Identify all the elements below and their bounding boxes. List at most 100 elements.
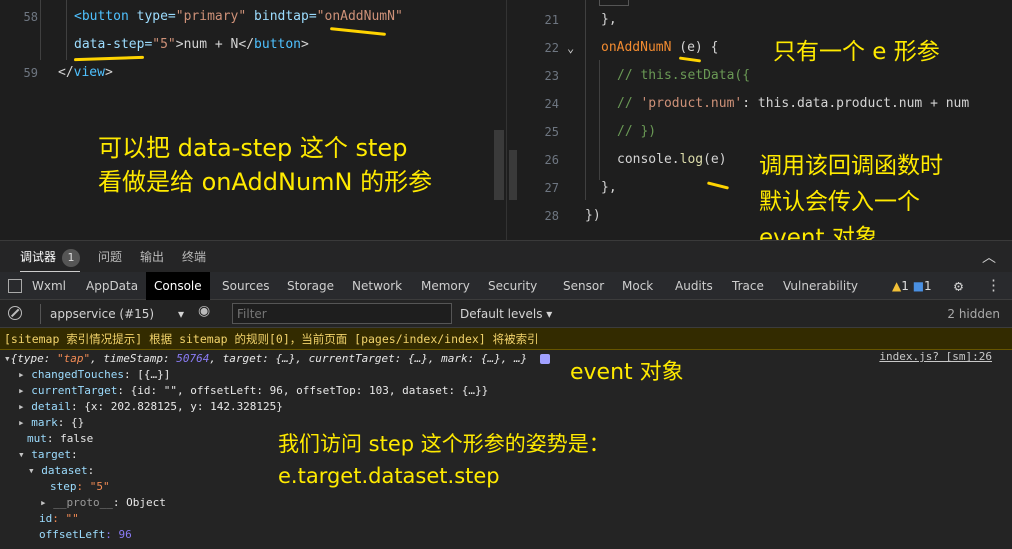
prop-key: dataset [41, 464, 88, 477]
code-line[interactable]: 25 // }) [507, 118, 1012, 146]
tree-row[interactable]: ▸ mark: {} [18, 415, 84, 431]
prop-value: : "5" [76, 480, 110, 493]
prop-value: : [{…}] [123, 368, 171, 381]
tab-sensor[interactable]: Sensor [555, 272, 612, 300]
tab-vulnerability[interactable]: Vulnerability [775, 272, 866, 300]
context-label: appservice (#15) [50, 307, 155, 321]
tab-appdata[interactable]: AppData [78, 272, 146, 300]
code-token: }, [601, 12, 617, 27]
tab-problems[interactable]: 问题 [98, 241, 122, 273]
tab-network[interactable]: Network [344, 272, 410, 300]
prop-key: __proto__ [53, 496, 113, 509]
inspect-element-icon[interactable] [8, 279, 22, 293]
code-editor-right[interactable]: 21 }, 22 ⌄ onAddNumN (e) { 23 // this.se… [507, 0, 1012, 240]
info-icon [539, 354, 550, 364]
tree-row[interactable]: ▾ dataset: [28, 463, 94, 479]
chevron-down-icon: ▾ [177, 307, 184, 321]
code-line[interactable]: 24 // 'product.num': this.data.product.n… [507, 90, 1012, 118]
eye-icon[interactable]: ◉ [198, 303, 210, 319]
code-token: "5" [152, 37, 176, 52]
line-number: 26 [544, 153, 559, 167]
console-warning-message: [sitemap 索引情况提示] 根据 sitemap 的规则[0]，当前页面 … [0, 328, 1012, 350]
tab-storage[interactable]: Storage [279, 272, 342, 300]
tree-row[interactable]: ▸ changedTouches: [{…}] [18, 367, 170, 383]
tab-trace[interactable]: Trace [724, 272, 772, 300]
code-line[interactable]: 59 </view> [0, 59, 506, 87]
panel-tab-bar: 调试器 1 问题 输出 终端 ︿ [0, 240, 1012, 273]
chevron-up-icon[interactable]: ︿ [982, 247, 996, 267]
prop-key: offsetLeft [39, 528, 106, 541]
expand-arrow-icon: ▸ [18, 416, 32, 429]
prop-value: : false [46, 432, 94, 445]
code-line[interactable]: 58 <button type="primary" bindtap="onAdd… [0, 3, 506, 31]
code-token: (e) [703, 152, 727, 167]
tree-row[interactable]: ▾ target: [18, 447, 78, 463]
expand-arrow-icon: ▸ [18, 368, 32, 381]
console-filter-input[interactable] [232, 303, 452, 324]
expand-arrow-icon: ▾ [28, 464, 42, 477]
annotation-text: 我们访问 step 这个形参的姿势是： [278, 432, 610, 456]
scrollbar[interactable] [494, 130, 504, 200]
line-number: 21 [544, 13, 559, 27]
devtools-tab-bar: Wxml AppData Console Sources Storage Net… [0, 272, 1012, 300]
console-log[interactable]: ▾{type: "tap", timeStamp: 50764, target:… [0, 350, 1012, 549]
expand-arrow-icon: ▾ [4, 352, 11, 365]
tab-sources[interactable]: Sources [214, 272, 277, 300]
prop-key: step [50, 480, 77, 493]
scrollbar[interactable] [509, 150, 517, 200]
prop-value: : {x: 202.828125, y: 142.328125} [71, 400, 283, 413]
tree-row: offsetLeft: 96 [39, 527, 132, 543]
prop-key: currentTarget [31, 384, 118, 397]
tab-output[interactable]: 输出 [140, 241, 164, 273]
code-token: data-step= [74, 37, 153, 52]
prop-key: mut [27, 432, 47, 445]
prop-value: : [71, 448, 78, 461]
fold-chevron-icon[interactable]: ⌄ [567, 34, 574, 62]
line-number: 25 [544, 125, 559, 139]
tab-audits[interactable]: Audits [667, 272, 721, 300]
tab-security[interactable]: Security [480, 272, 545, 300]
annotation-text: 只有一个 e 形参 [773, 39, 940, 65]
prop-key: detail [31, 400, 71, 413]
log-text: {type: [10, 352, 57, 365]
code-line[interactable]: 21 }, [507, 6, 1012, 34]
code-token: // }) [617, 124, 657, 139]
prop-value: : {id: "", offsetLeft: 96, offsetTop: 10… [117, 384, 489, 397]
code-token: </ [58, 65, 74, 80]
warning-count: 1 [901, 279, 909, 293]
divider [40, 304, 41, 324]
code-token: (e) { [671, 40, 719, 55]
tab-mock[interactable]: Mock [614, 272, 661, 300]
tab-console[interactable]: Console [146, 272, 210, 300]
console-toolbar: appservice (#15) ▾ ◉ Default levels ▾ 2 h… [0, 300, 1012, 328]
prop-value: : "" [52, 512, 79, 525]
source-link[interactable]: index.js? [sm]:26 [879, 350, 992, 363]
tab-debugger[interactable]: 调试器 1 [20, 241, 81, 273]
code-line[interactable]: data-step="5">num + N</button> [0, 31, 506, 59]
code-token: console. [617, 152, 680, 167]
issue-counters[interactable]: ▲1 ■1 [892, 272, 932, 300]
code-token: onAddNumN [601, 40, 672, 55]
context-selector[interactable]: appservice (#15) ▾ [44, 303, 184, 325]
tab-badge: 1 [62, 249, 81, 267]
log-levels-dropdown[interactable]: Default levels ▾ [460, 303, 552, 325]
line-number: 59 [23, 66, 38, 80]
tree-row: id: "" [39, 511, 79, 527]
console-object-summary[interactable]: ▾{type: "tap", timeStamp: 50764, target:… [4, 351, 550, 367]
tree-row: mut: false [27, 431, 93, 447]
tree-row[interactable]: ▸ detail: {x: 202.828125, y: 142.328125} [18, 399, 283, 415]
tree-row[interactable]: ▸ __proto__: Object [40, 495, 166, 511]
gear-icon[interactable]: ⚙ [954, 277, 963, 295]
annotation-text: event 对象 [570, 360, 684, 385]
tree-row[interactable]: ▸ currentTarget: {id: "", offsetLeft: 96… [18, 383, 488, 399]
prop-key: id [39, 512, 53, 525]
code-line[interactable]: 23 // this.setData({ [507, 62, 1012, 90]
tab-wxml[interactable]: Wxml [24, 272, 74, 300]
tab-memory[interactable]: Memory [413, 272, 478, 300]
code-token: log [679, 152, 704, 167]
code-editor-left[interactable]: 58 <button type="primary" bindtap="onAdd… [0, 0, 506, 240]
tab-terminal[interactable]: 终端 [182, 241, 206, 273]
annotation-text: 默认会传入一个 [759, 189, 920, 215]
expand-arrow-icon: ▸ [40, 496, 54, 509]
more-vertical-icon[interactable]: ⋮ [986, 276, 1001, 294]
